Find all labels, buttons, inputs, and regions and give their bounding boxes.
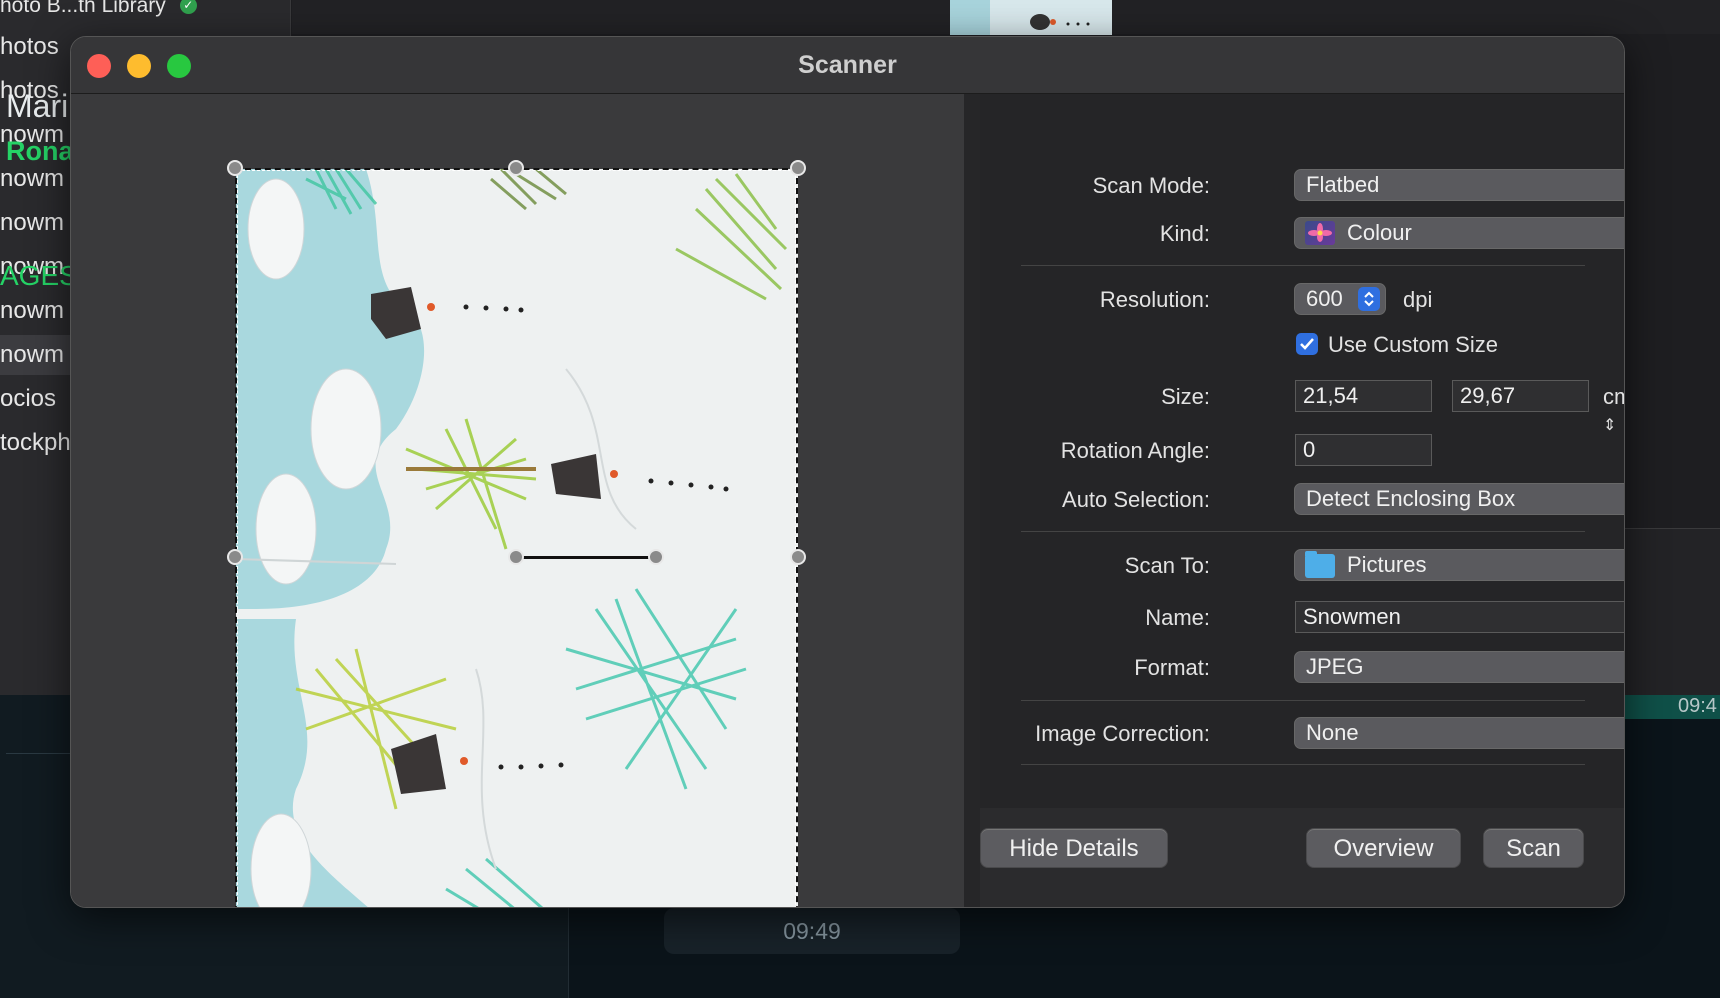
use-custom-size-label[interactable]: Use Custom Size [1328,332,1498,358]
hide-details-button[interactable]: Hide Details [980,828,1168,868]
resolution-unit: dpi [1403,287,1433,312]
details-panel: Scan Mode: Flatbed Kind: Colour Resoluti… [980,94,1624,808]
image-correction-label: Image Correction: [1035,721,1210,746]
size-height-field[interactable]: 29,67 [1452,380,1589,412]
size-width-field[interactable]: 21,54 [1295,380,1432,412]
kind-popup[interactable]: Colour [1294,217,1625,249]
auto-selection-popup[interactable]: Detect Enclosing Box [1294,483,1625,515]
resolution-popup[interactable]: 600 [1294,283,1386,315]
scan-preview-area[interactable] [71,94,964,907]
kind-label: Kind: [1159,221,1210,246]
chat-time-bubble: 09:49 [664,908,960,954]
format-label: Format: [1134,655,1210,680]
scan-button[interactable]: Scan [1483,828,1584,868]
checkmark-icon: ✓ [179,0,197,14]
rotation-angle-label: Rotation Angle: [1060,438,1210,463]
crop-handle-top-center[interactable] [508,160,524,176]
window-title: Scanner [798,51,897,79]
chevron-updown-icon: ⇕ [1603,417,1617,434]
rotation-handle-bar [516,556,656,559]
chevron-updown-icon [1624,721,1625,745]
scan-mode-popup[interactable]: Flatbed [1294,169,1625,201]
chevron-updown-icon [1358,287,1380,311]
chat-time-label: 09:4 [1678,695,1717,717]
chevron-updown-icon [1624,487,1625,511]
size-unit-popup[interactable]: cm ⇕ [1603,384,1624,436]
chevron-updown-icon [1624,221,1625,245]
bottom-button-bar: Hide Details Overview Scan [980,808,1624,907]
rotation-angle-field[interactable]: 0 [1295,434,1432,466]
resolution-label: Resolution: [1099,287,1210,312]
colour-flower-icon [1305,221,1335,245]
pictures-folder-icon [1305,551,1335,578]
chevron-updown-icon [1624,553,1625,577]
separator [1021,531,1585,532]
rotation-handle[interactable] [648,549,664,565]
chat-contact-name[interactable]: Mari [6,88,68,125]
scan-to-label: Scan To: [1124,553,1210,578]
separator [1021,265,1585,266]
separator [1021,700,1585,701]
scanner-window: Scanner Scan Mode: Flatbed Kind: Colour … [70,36,1625,908]
chevron-updown-icon [1624,173,1625,197]
crop-handle-middle-right[interactable] [790,549,806,565]
library-title: hoto B...th Library ✓ [0,0,197,18]
use-custom-size-checkbox[interactable] [1296,333,1318,355]
size-label: Size: [1161,384,1210,409]
image-correction-popup[interactable]: None [1294,717,1625,749]
crop-handle-top-left[interactable] [227,160,243,176]
crop-handle-middle-left[interactable] [227,549,243,565]
title-bar[interactable]: Scanner [71,37,1624,94]
chat-contact-subtitle: Rona [6,136,74,166]
format-popup[interactable]: JPEG [1294,651,1625,683]
separator [1021,764,1585,765]
rotation-center-handle[interactable] [508,549,524,565]
preview-divider [964,94,980,907]
scan-to-popup[interactable]: Pictures [1294,549,1625,581]
scan-mode-label: Scan Mode: [1092,173,1210,198]
overview-button[interactable]: Overview [1306,828,1461,868]
auto-selection-label: Auto Selection: [1062,487,1210,512]
crop-handle-top-right[interactable] [790,160,806,176]
background-right-panel [1624,528,1720,696]
name-field[interactable]: Snowmen [1295,601,1624,633]
crop-selection-box[interactable] [235,168,798,907]
background-thumbnail[interactable] [950,0,1112,35]
chevron-updown-icon [1624,655,1625,679]
name-label: Name: [1145,605,1210,630]
chat-section-header: AGES [0,260,78,291]
